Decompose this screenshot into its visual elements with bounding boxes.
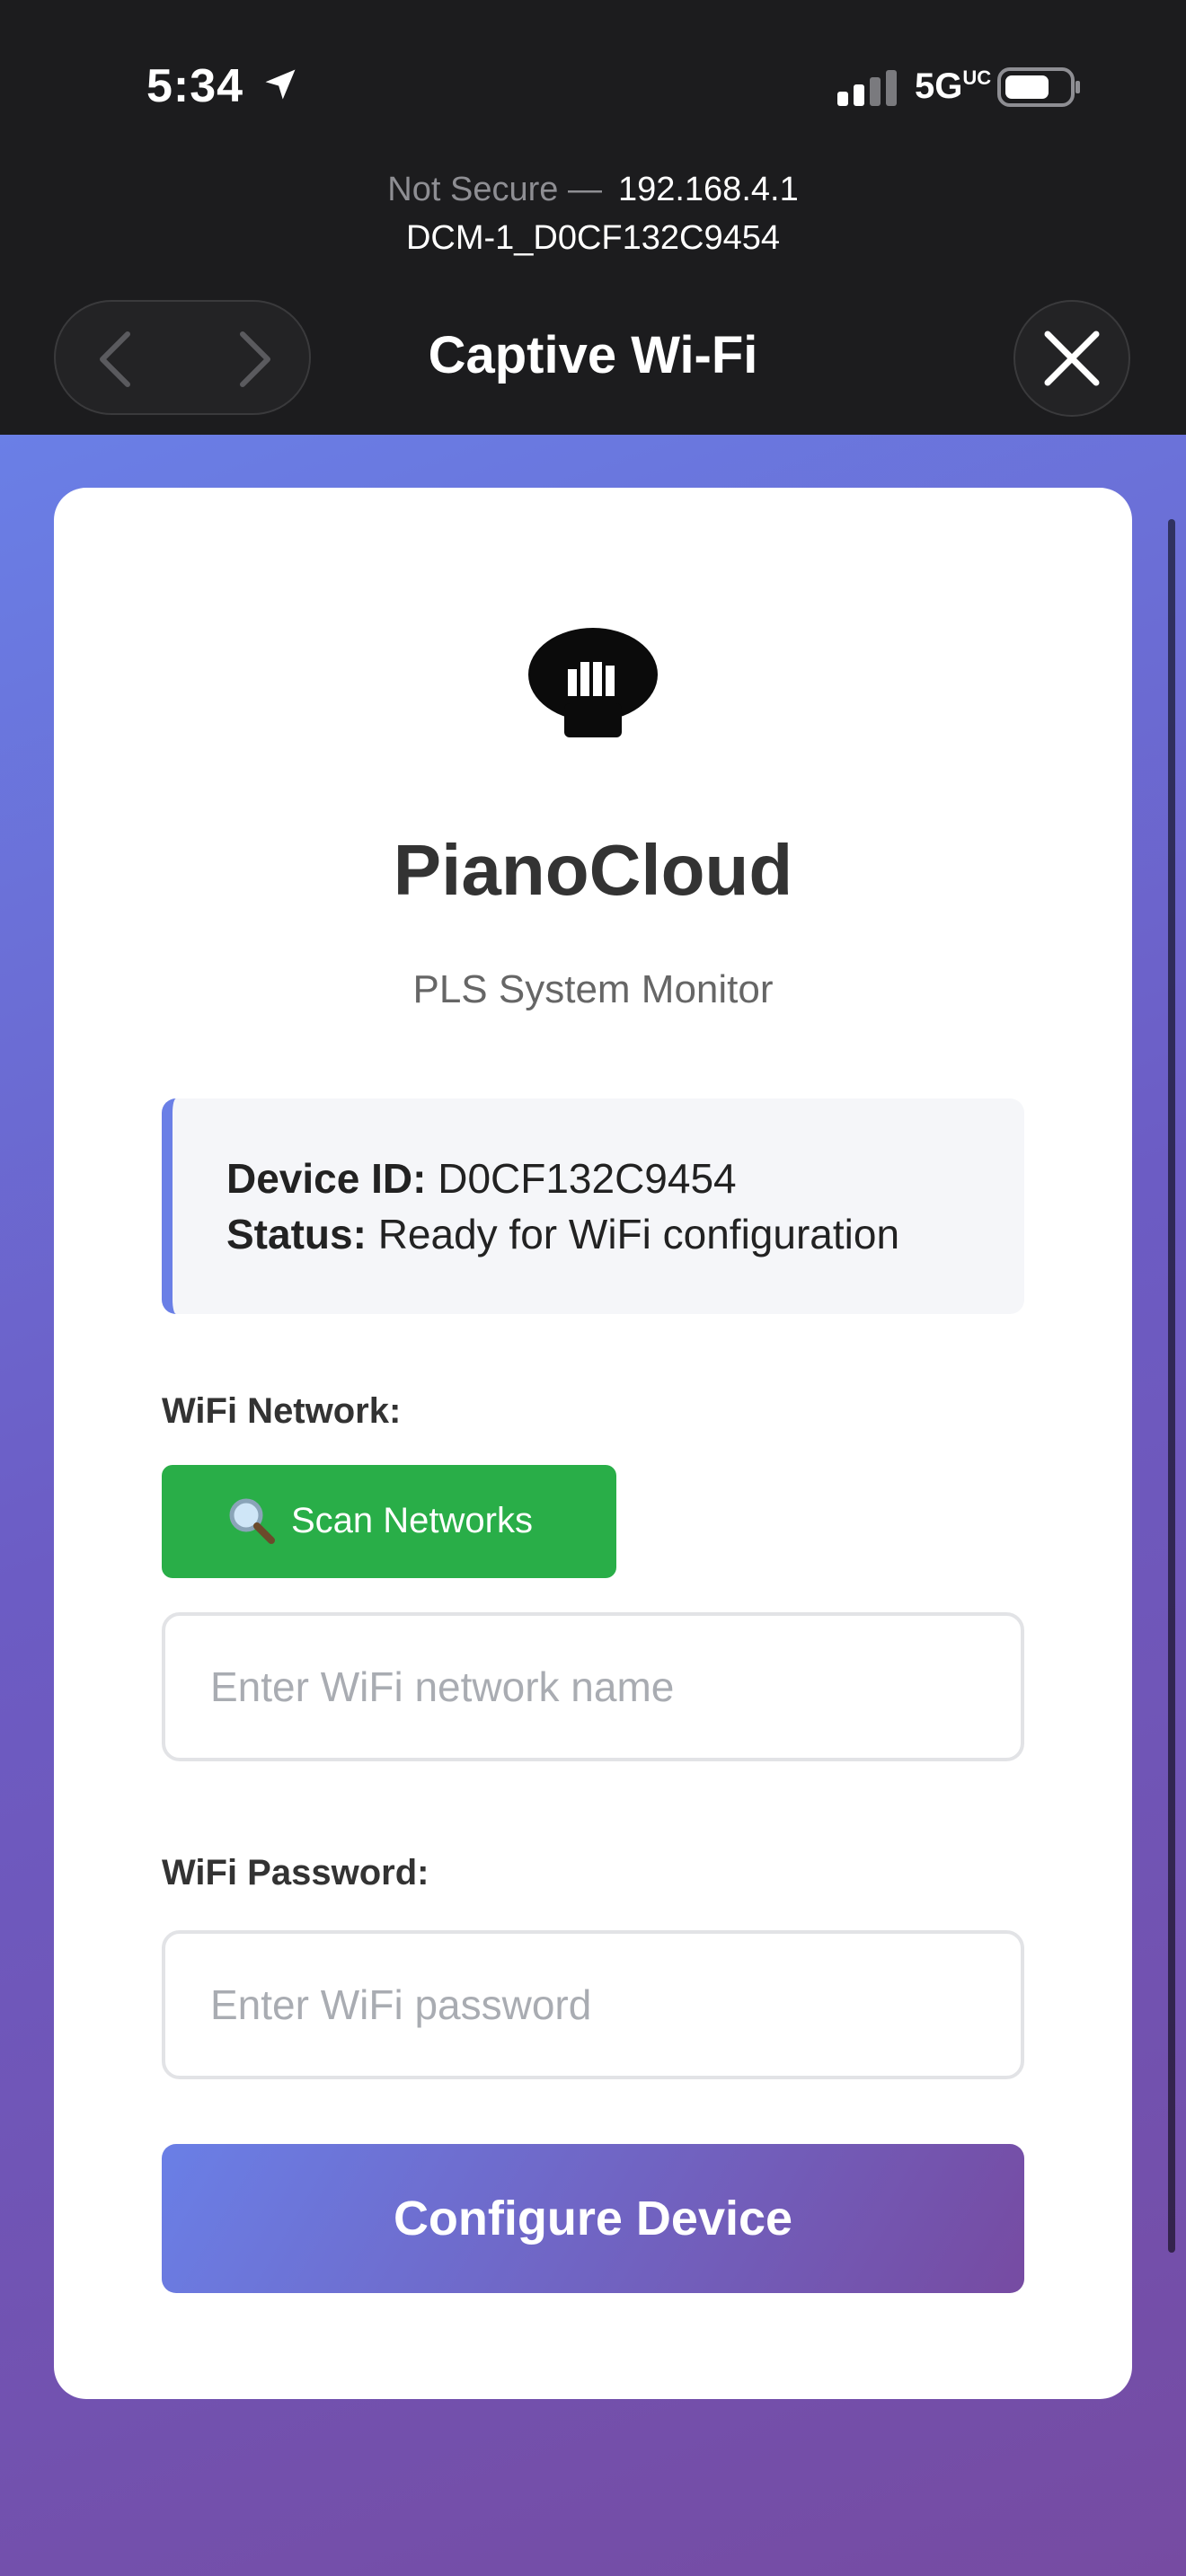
- wifi-password-label: WiFi Password:: [162, 1853, 429, 1892]
- device-id-row: Device ID: D0CF132C9454: [226, 1154, 737, 1203]
- magnifier-icon: [229, 1498, 275, 1544]
- status-label: Status:: [226, 1211, 367, 1257]
- configure-device-button[interactable]: Configure Device: [162, 2144, 1024, 2293]
- piano-cloud-logo-icon: [528, 628, 658, 737]
- wifi-password-input[interactable]: [162, 1930, 1024, 2079]
- url-host: 192.168.4.1: [617, 171, 799, 208]
- url-bar: Not Secure — 192.168.4.1: [0, 171, 1186, 209]
- scrollbar[interactable]: [1168, 519, 1175, 2253]
- page-title: Captive Wi-Fi: [428, 326, 758, 384]
- cellular-signal-icon: [837, 70, 897, 106]
- setup-card: PianoCloud PLS System Monitor Device ID:…: [54, 488, 1132, 2399]
- security-label: Not Secure —: [387, 171, 602, 208]
- battery-icon: [997, 67, 1080, 107]
- device-info-box: Device ID: D0CF132C9454 Status: Ready fo…: [162, 1098, 1024, 1314]
- app-name: PianoCloud: [393, 830, 793, 910]
- close-button[interactable]: [1013, 300, 1130, 417]
- status-row: Status: Ready for WiFi configuration: [226, 1210, 899, 1258]
- location-arrow-icon: [265, 69, 296, 100]
- scan-networks-button[interactable]: Scan Networks: [162, 1465, 616, 1578]
- close-icon: [1044, 331, 1100, 386]
- wifi-network-label: WiFi Network:: [162, 1391, 402, 1431]
- app-tagline: PLS System Monitor: [412, 967, 774, 1011]
- device-id-value: D0CF132C9454: [438, 1155, 737, 1202]
- status-value: Ready for WiFi configuration: [377, 1211, 900, 1257]
- status-bar: 5:34 5GUC: [0, 0, 1186, 171]
- device-id-label: Device ID:: [226, 1155, 427, 1202]
- network-type: 5GUC: [915, 66, 992, 106]
- status-time: 5:34: [146, 60, 244, 112]
- network-ssid: DCM-1_D0CF132C9454: [405, 219, 781, 257]
- wifi-network-input[interactable]: [162, 1612, 1024, 1761]
- scan-networks-label: Scan Networks: [291, 1501, 533, 1540]
